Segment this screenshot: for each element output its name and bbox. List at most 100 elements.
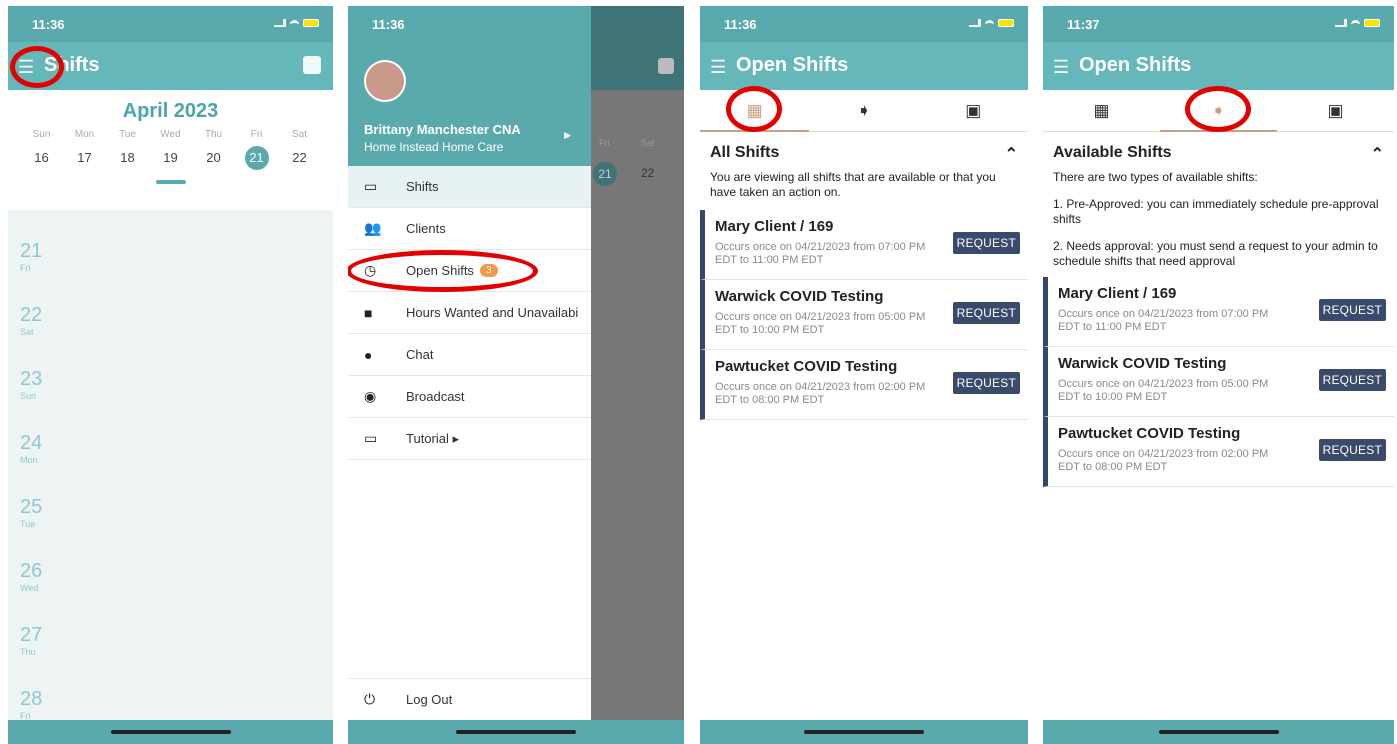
user-name: Brittany Manchester CNA bbox=[364, 122, 521, 137]
calendar-question-icon: ▣ bbox=[965, 100, 982, 120]
week-day[interactable]: Tue 18 bbox=[110, 129, 146, 170]
home-indicator-bar bbox=[348, 720, 684, 744]
home-indicator-bar bbox=[1043, 720, 1394, 744]
user-organization: Home Instead Home Care bbox=[364, 140, 504, 154]
request-button[interactable]: REQUEST bbox=[952, 232, 1020, 254]
phone-open-shifts-available: 11:37 ☰ Open Shifts ▦ ➧ ▣ Available Shif… bbox=[1043, 6, 1394, 744]
menu-item-chat[interactable]: ● Chat bbox=[348, 334, 591, 376]
week-day[interactable]: Wed 19 bbox=[153, 129, 189, 170]
tab-available-shifts[interactable]: ➧ bbox=[809, 90, 918, 131]
day-item[interactable]: 21 Fri bbox=[20, 240, 42, 273]
week-day[interactable]: Sun 16 bbox=[24, 129, 60, 170]
week-day-selected[interactable]: Fri 21 bbox=[239, 129, 275, 170]
phone-menu-drawer: Fri Sat 21 22 11:36 Brittany Manchester … bbox=[348, 6, 684, 744]
section-description: You are viewing all shifts that are avai… bbox=[710, 170, 996, 199]
day-item[interactable]: 23 Sun bbox=[20, 368, 42, 401]
section-description: There are two types of available shifts: bbox=[1053, 170, 1258, 184]
highlight-circle bbox=[1185, 86, 1251, 132]
week-day[interactable]: Thu 20 bbox=[196, 129, 232, 170]
status-time: 11:37 bbox=[1067, 17, 1100, 32]
status-time: 11:36 bbox=[372, 17, 405, 32]
drawer-header: 11:36 Brittany Manchester CNA Home Inste… bbox=[348, 6, 591, 166]
highlight-circle bbox=[10, 46, 64, 88]
tab-all-shifts[interactable]: ▦ bbox=[1043, 90, 1160, 131]
menu-item-logout[interactable]: ⏻ Log Out bbox=[348, 678, 591, 720]
highlight-circle bbox=[348, 250, 538, 292]
menu-item-hours-wanted[interactable]: ■ Hours Wanted and Unavailabi bbox=[348, 292, 591, 334]
request-button[interactable]: REQUEST bbox=[1318, 439, 1386, 461]
day-list: 21 Fri 22 Sat 23 Sun 24 Mon 25 Tue 26 Wed 27 Th… bbox=[8, 210, 333, 721]
day-item[interactable]: 22 Sat bbox=[20, 304, 42, 337]
status-time: 11:36 bbox=[724, 17, 757, 32]
status-bar: 11:36 bbox=[700, 6, 1028, 42]
status-time: 11:36 bbox=[32, 17, 65, 32]
signal-icon bbox=[274, 19, 286, 27]
chevron-up-icon[interactable]: ⌃ bbox=[1371, 144, 1384, 164]
shift-card[interactable]: Mary Client / 169 Occurs once on 04/21/20… bbox=[1043, 277, 1394, 347]
request-button[interactable]: REQUEST bbox=[1318, 299, 1386, 321]
menu-item-shifts[interactable]: ▭ Shifts bbox=[348, 166, 591, 208]
broadcast-icon: ◉ bbox=[364, 388, 377, 404]
status-bar: 11:36 bbox=[348, 6, 591, 42]
hamburger-menu-icon[interactable]: ☰ bbox=[710, 57, 726, 78]
tab-calendar-shifts[interactable]: ▣ bbox=[919, 90, 1028, 131]
day-item[interactable]: 27 Thu bbox=[20, 624, 42, 657]
shift-card[interactable]: Warwick COVID Testing Occurs once on 04/2… bbox=[1043, 347, 1394, 417]
week-indicator bbox=[155, 180, 186, 184]
day-item[interactable]: 28 Fri bbox=[20, 688, 42, 721]
section-description: 1. Pre-Approved: you can immediately sch… bbox=[1053, 197, 1379, 226]
shift-card[interactable]: Pawtucket COVID Testing Occurs once on 04… bbox=[700, 350, 1028, 420]
dim-overlay[interactable]: Fri Sat 21 22 bbox=[591, 6, 684, 744]
tab-calendar-shifts[interactable]: ▣ bbox=[1277, 90, 1394, 131]
avatar[interactable] bbox=[364, 60, 406, 102]
calendar-icon[interactable] bbox=[303, 56, 321, 74]
request-button[interactable]: REQUEST bbox=[952, 372, 1020, 394]
shift-card[interactable]: Pawtucket COVID Testing Occurs once on 04… bbox=[1043, 417, 1394, 487]
day-item[interactable]: 26 Wed bbox=[20, 560, 42, 593]
shift-card[interactable]: Mary Client / 169 Occurs once on 04/21/20… bbox=[700, 210, 1028, 280]
briefcase-icon: ■ bbox=[364, 304, 373, 321]
home-indicator-bar bbox=[8, 720, 333, 744]
week-day[interactable]: Sat 22 bbox=[282, 129, 318, 170]
app-bar: ☰ Open Shifts bbox=[1043, 42, 1394, 90]
day-item[interactable]: 24 Mon bbox=[20, 432, 42, 465]
section-description: 2. Needs approval: you must send a reque… bbox=[1053, 239, 1378, 268]
phone-shifts-calendar: 11:36 ☰ Shifts April 2023 Sun 16 Mon 17 Tu… bbox=[8, 6, 333, 744]
people-icon: 👥 bbox=[364, 220, 382, 236]
calendar-icon bbox=[658, 58, 674, 74]
page-title: Open Shifts bbox=[1079, 54, 1192, 76]
menu-item-clients[interactable]: 👥 Clients bbox=[348, 208, 591, 250]
app-bar: ☰ Open Shifts bbox=[700, 42, 1028, 90]
page-title: Open Shifts bbox=[736, 54, 849, 76]
request-button[interactable]: REQUEST bbox=[952, 302, 1020, 324]
week-day[interactable]: Mon 17 bbox=[67, 129, 103, 170]
hamburger-menu-icon[interactable]: ☰ bbox=[1053, 57, 1069, 78]
wifi-icon bbox=[985, 19, 994, 27]
power-icon: ⏻ bbox=[364, 691, 376, 707]
month-title: April 2023 bbox=[122, 100, 219, 122]
wifi-icon bbox=[290, 19, 299, 27]
tag-plus-icon: ➧ bbox=[856, 100, 872, 120]
section-header[interactable]: All Shifts ⌃ bbox=[700, 132, 1028, 170]
caret-right-icon[interactable]: ▶ bbox=[564, 130, 571, 141]
highlight-circle bbox=[726, 86, 782, 132]
grid-icon: ▦ bbox=[1093, 100, 1110, 120]
week-strip: Sun 16 Mon 17 Tue 18 Wed 19 Thu 20 Fri 21 Sat 2… bbox=[8, 123, 333, 170]
menu-item-broadcast[interactable]: ◉ Broadcast bbox=[348, 376, 591, 418]
shift-card[interactable]: Warwick COVID Testing Occurs once on 04/2… bbox=[700, 280, 1028, 350]
phone-open-shifts-all: 11:36 ☰ Open Shifts ▦ ➧ ▣ All Shifts ⌃ Yo… bbox=[700, 6, 1028, 744]
status-bar: 11:37 bbox=[1043, 6, 1394, 42]
calendar-question-icon: ▣ bbox=[1327, 100, 1344, 120]
battery-icon bbox=[1364, 19, 1380, 27]
section-header[interactable]: Available Shifts ⌃ bbox=[1043, 132, 1394, 170]
day-item[interactable]: 25 Tue bbox=[20, 496, 42, 529]
battery-icon bbox=[998, 19, 1014, 27]
monitor-icon: ▭ bbox=[364, 430, 378, 446]
chat-icon: ● bbox=[364, 346, 373, 363]
chevron-up-icon[interactable]: ⌃ bbox=[1005, 144, 1018, 164]
menu-item-tutorial[interactable]: ▭ Tutorial ▸ bbox=[348, 418, 591, 460]
signal-icon bbox=[1335, 19, 1347, 27]
wifi-icon bbox=[1351, 19, 1360, 27]
battery-icon bbox=[303, 19, 319, 27]
request-button[interactable]: REQUEST bbox=[1318, 369, 1386, 391]
